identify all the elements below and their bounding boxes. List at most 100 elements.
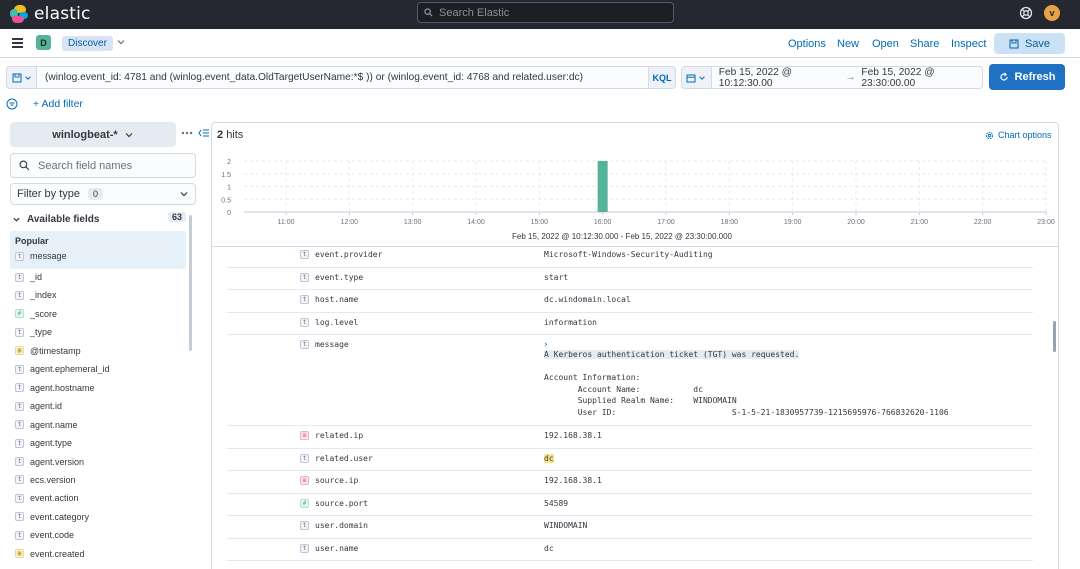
popular-heading: Popular <box>15 236 49 246</box>
add-filter-button[interactable]: + Add filter <box>33 98 83 110</box>
doc-field-name: event.type <box>315 272 364 282</box>
value-text: 54589 <box>544 498 569 508</box>
field-item[interactable]: ▦ event.created <box>15 548 85 560</box>
doc-field: t event.type <box>300 272 364 282</box>
doc-field-row[interactable]: ⊞ source.ip 192.168.38.1 <box>227 471 1033 494</box>
string-type-icon: t <box>300 250 309 259</box>
doc-field-value: dc <box>544 453 554 463</box>
filter-options[interactable] <box>6 97 18 111</box>
x-tick-label: 11:00 <box>278 219 295 226</box>
doc-field-row[interactable]: t user.domain WINDOMAIN <box>227 516 1033 539</box>
x-tick-label: 12:00 <box>341 219 359 226</box>
field-name: _id <box>30 272 43 282</box>
chevron-down-icon <box>699 75 706 80</box>
doc-field: t user.domain <box>300 521 368 530</box>
field-name: _index <box>30 290 57 301</box>
menu-icon[interactable] <box>12 38 23 48</box>
query-language-toggle[interactable]: KQL <box>649 66 676 89</box>
options-link[interactable]: Options <box>788 38 826 50</box>
doc-field-row[interactable]: t host.name dc.windomain.local <box>227 290 1033 313</box>
string-type-icon: t <box>15 475 24 485</box>
sidebar-scrollbar[interactable] <box>189 215 192 351</box>
field-item[interactable]: t message <box>15 250 67 262</box>
elastic-logo[interactable]: elastic <box>10 4 91 24</box>
date-picker[interactable]: Feb 15, 2022 @ 10:12:30.00 → Feb 15, 202… <box>681 66 983 89</box>
histogram-chart[interactable]: 0 0.5 1 1.5 2 11:00 12:00 13:00 14:00 15:00 16:00 1… <box>211 152 1059 245</box>
user-avatar[interactable]: v <box>1044 5 1060 21</box>
field-item[interactable]: t event.action <box>15 492 79 504</box>
share-link[interactable]: Share <box>910 38 939 50</box>
doc-field: t user.name <box>300 543 358 553</box>
filter-by-type[interactable]: Filter by type 0 <box>10 183 196 205</box>
saved-query-menu[interactable] <box>6 66 36 89</box>
document-scrollbar[interactable] <box>1053 321 1056 352</box>
field-item[interactable]: t event.category <box>15 511 89 523</box>
field-name: agent.ephemeral_id <box>30 364 110 375</box>
y-tick-label: 0.5 <box>221 197 231 204</box>
string-type-icon: t <box>300 340 309 349</box>
inspect-link[interactable]: Inspect <box>951 38 986 50</box>
string-type-icon: t <box>300 521 309 530</box>
index-pattern-selector[interactable]: winlogbeat-* <box>10 122 176 147</box>
field-item[interactable]: t agent.type <box>15 437 72 449</box>
field-item[interactable]: t ecs.version <box>15 474 76 486</box>
doc-field-row[interactable]: t related.user dc <box>227 449 1033 471</box>
field-item[interactable]: t _id <box>15 271 42 283</box>
x-tick-label: 20:00 <box>847 219 865 226</box>
popular-fields: Popular t message <box>10 231 186 269</box>
space-avatar[interactable]: D <box>36 35 51 50</box>
global-search-input[interactable] <box>439 6 659 19</box>
doc-field: t related.user <box>300 453 373 463</box>
field-item[interactable]: t agent.hostname <box>15 382 95 394</box>
y-tick-label: 1 <box>227 185 231 192</box>
date-end[interactable]: Feb 15, 2022 @ 23:30:00.00 <box>861 67 982 89</box>
more-options-icon[interactable] <box>181 130 193 136</box>
available-fields-toggle[interactable]: Available fields 63 <box>12 212 186 226</box>
x-tick-label: 22:00 <box>974 219 992 226</box>
field-item[interactable]: t _type <box>15 326 52 338</box>
doc-field-row[interactable]: t event.type start <box>227 268 1033 290</box>
doc-field-row[interactable]: t event.provider Microsoft-Windows-Securit… <box>227 245 1033 268</box>
field-item[interactable]: ▦ @timestamp <box>15 345 81 357</box>
chevron-down-icon[interactable] <box>116 37 126 47</box>
doc-field-row[interactable]: t message › A Kerberos authentication ticke… <box>227 335 1033 426</box>
field-item[interactable]: t event.code <box>15 529 74 541</box>
new-link[interactable]: New <box>837 38 859 50</box>
date-start[interactable]: Feb 15, 2022 @ 10:12:30.00 <box>719 67 840 89</box>
refresh-button[interactable]: Refresh <box>989 64 1065 90</box>
field-item[interactable]: # _score <box>15 308 57 320</box>
query-input[interactable]: (winlog.event_id: 4781 and (winlog.event… <box>36 66 649 89</box>
doc-field-row[interactable]: t log.level information <box>227 313 1033 335</box>
field-item[interactable]: t agent.ephemeral_id <box>15 363 110 375</box>
field-item[interactable]: t _index <box>15 289 57 301</box>
field-search-input[interactable] <box>38 159 188 172</box>
quick-select-button[interactable] <box>682 67 712 88</box>
help-icon[interactable] <box>1019 6 1033 20</box>
global-search[interactable] <box>417 2 674 23</box>
breadcrumb[interactable]: Discover <box>62 36 113 51</box>
gear-icon <box>985 131 994 139</box>
field-name: event.code <box>30 530 75 541</box>
field-item[interactable]: t agent.id <box>15 400 62 412</box>
field-name: ecs.version <box>30 474 76 485</box>
field-item[interactable]: t agent.name <box>15 419 78 431</box>
doc-field-value: start <box>544 273 568 282</box>
doc-field-row[interactable]: ⊞ related.ip 192.168.38.1 <box>227 426 1033 449</box>
x-tick-label: 13:00 <box>404 219 422 226</box>
string-type-icon: t <box>300 317 309 327</box>
save-button[interactable]: Save <box>994 33 1065 54</box>
open-link[interactable]: Open <box>872 38 899 50</box>
doc-field-row[interactable]: t user.name dc <box>227 539 1033 561</box>
chart-options-button[interactable]: Chart options <box>985 130 1052 140</box>
doc-field-row[interactable]: # source.port 54589 <box>227 494 1033 516</box>
chart-options-label: Chart options <box>998 130 1052 140</box>
string-type-icon: t <box>300 295 309 304</box>
field-item[interactable]: t agent.version <box>15 456 84 468</box>
field-name: agent.version <box>30 456 85 467</box>
doc-field-value: dc.windomain.local <box>544 295 631 304</box>
expand-chevron-icon[interactable]: › <box>544 340 949 350</box>
string-type-icon: t <box>300 272 309 282</box>
field-search[interactable] <box>10 153 196 178</box>
collapse-sidebar-icon[interactable] <box>198 128 210 138</box>
doc-field-value: 192.168.38.1 <box>544 476 602 485</box>
